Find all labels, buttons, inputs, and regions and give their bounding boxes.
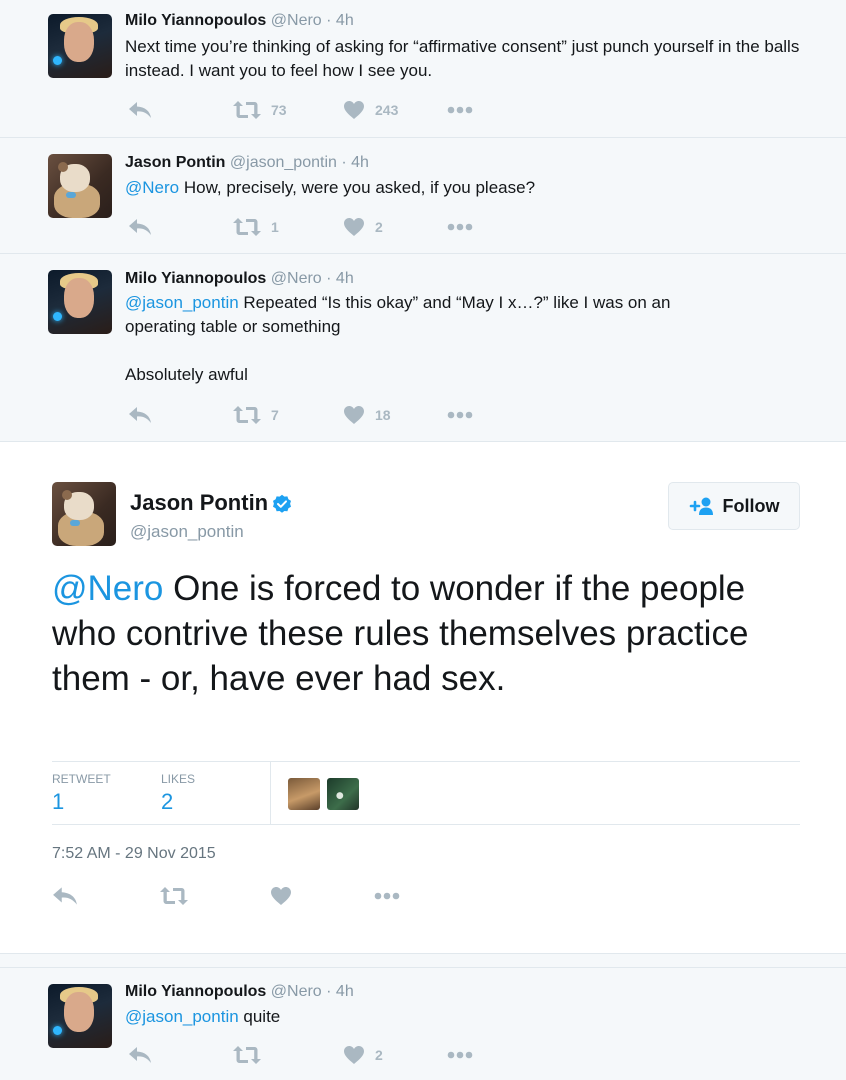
tweet-time[interactable]: · 4h [341, 154, 369, 171]
mention-link[interactable]: @jason_pontin [125, 1007, 239, 1026]
tweet-header: Milo Yiannopoulos @Nero · 4h [125, 982, 354, 1002]
like-button[interactable]: 2 [343, 1045, 383, 1065]
like-count: 18 [375, 407, 391, 423]
retweet-icon [233, 217, 261, 237]
like-count: 243 [375, 102, 399, 118]
reply-button[interactable] [128, 217, 152, 237]
tweet[interactable]: Jason Pontin @jason_pontin · 4h @Nero Ho… [0, 138, 846, 254]
reply-button[interactable] [128, 405, 152, 425]
retweet-icon [160, 886, 188, 906]
tweet-time[interactable]: · 4h [326, 983, 354, 1000]
reply-icon [128, 217, 152, 237]
follow-button[interactable]: Follow [668, 482, 800, 530]
reply-separator [0, 954, 846, 968]
reply-icon [52, 885, 78, 907]
tweet-time[interactable]: · 4h [326, 270, 354, 287]
avatar[interactable] [48, 154, 112, 218]
like-button[interactable] [270, 886, 292, 906]
tweet-header: Jason Pontin @jason_pontin · 4h [125, 153, 369, 173]
mention-link[interactable]: @Nero [52, 569, 163, 608]
reply-icon [128, 1045, 152, 1065]
author-name[interactable]: Milo Yiannopoulos [125, 12, 266, 29]
follow-label: Follow [722, 495, 780, 516]
divider [270, 762, 271, 824]
author-name[interactable]: Milo Yiannopoulos [125, 270, 266, 287]
follow-user-icon [689, 497, 713, 515]
retweet-button[interactable]: 73 [233, 100, 287, 120]
heart-icon [343, 100, 365, 120]
author-name[interactable]: Jason Pontin [125, 154, 225, 171]
heart-icon [343, 217, 365, 237]
heart-icon [343, 1045, 365, 1065]
author-handle[interactable]: @Nero [271, 12, 322, 29]
like-count: 2 [375, 1047, 383, 1063]
avatar[interactable] [48, 984, 112, 1048]
tweet-text: @Nero One is forced to wonder if the peo… [52, 569, 749, 698]
reply-icon [128, 100, 152, 120]
avatar[interactable] [48, 270, 112, 334]
more-icon [447, 411, 473, 419]
author-handle[interactable]: @Nero [271, 270, 322, 287]
author-name[interactable]: Jason Pontin [130, 490, 292, 516]
tweet-text: @jason_pontin Repeated “Is this okay” an… [125, 293, 671, 384]
author-name[interactable]: Milo Yiannopoulos [125, 983, 266, 1000]
retweet-button[interactable]: 1 [233, 217, 279, 237]
liker-avatar[interactable] [288, 778, 320, 810]
retweet-count: 1 [271, 219, 279, 235]
retweet-icon [233, 405, 261, 425]
retweet-label: RETWEET [52, 772, 111, 786]
retweet-button[interactable] [160, 886, 188, 906]
tweet-header: Milo Yiannopoulos @Nero · 4h [125, 11, 354, 31]
heart-icon [270, 886, 292, 906]
avatar[interactable] [48, 14, 112, 78]
tweet-stats: RETWEET 1 LIKES 2 [52, 761, 800, 825]
avatar[interactable] [52, 482, 116, 546]
mention-link[interactable]: @jason_pontin [125, 293, 239, 312]
reply-button[interactable] [128, 1045, 152, 1065]
author-handle[interactable]: @jason_pontin [130, 522, 244, 542]
tweet-timestamp[interactable]: 7:52 AM - 29 Nov 2015 [52, 845, 216, 863]
tweet-time[interactable]: · 4h [326, 12, 354, 29]
retweet-button[interactable]: 7 [233, 405, 279, 425]
heart-icon [343, 405, 365, 425]
author-handle[interactable]: @jason_pontin [230, 154, 337, 171]
likes-label: LIKES [161, 772, 196, 786]
like-count: 2 [375, 219, 383, 235]
reply-button[interactable] [128, 100, 152, 120]
retweet-count: 7 [271, 407, 279, 423]
more-button[interactable] [447, 100, 473, 120]
retweet-button[interactable] [233, 1045, 261, 1065]
more-icon [447, 223, 473, 231]
more-button[interactable] [447, 1045, 473, 1065]
reply-icon [128, 405, 152, 425]
like-button[interactable]: 243 [343, 100, 398, 120]
tweet-header: Milo Yiannopoulos @Nero · 4h [125, 269, 354, 289]
tweet[interactable]: Milo Yiannopoulos @Nero · 4h Next time y… [0, 0, 846, 138]
retweet-icon [233, 1045, 261, 1065]
tweet-text: @Nero How, precisely, were you asked, if… [125, 178, 536, 197]
author-handle[interactable]: @Nero [271, 983, 322, 1000]
retweet-count: 73 [271, 102, 287, 118]
more-button[interactable] [447, 217, 473, 237]
retweet-icon [233, 100, 261, 120]
retweet-count[interactable]: 1 [52, 789, 64, 815]
more-icon [447, 106, 473, 114]
more-icon [373, 892, 401, 900]
more-button[interactable] [447, 405, 473, 425]
like-button[interactable]: 2 [343, 217, 383, 237]
reply-button[interactable] [52, 886, 78, 906]
tweet[interactable]: Milo Yiannopoulos @Nero · 4h @jason_pont… [0, 968, 846, 1080]
tweet[interactable]: Milo Yiannopoulos @Nero · 4h @jason_pont… [0, 254, 846, 442]
more-button[interactable] [373, 886, 401, 906]
liker-avatar[interactable] [327, 778, 359, 810]
likes-count[interactable]: 2 [161, 789, 173, 815]
verified-icon [273, 494, 292, 513]
like-button[interactable]: 18 [343, 405, 391, 425]
more-icon [447, 1051, 473, 1059]
tweet-text: Next time you’re thinking of asking for … [125, 37, 800, 80]
tweet-text: @jason_pontin quite [125, 1007, 281, 1026]
mention-link[interactable]: @Nero [125, 178, 179, 197]
